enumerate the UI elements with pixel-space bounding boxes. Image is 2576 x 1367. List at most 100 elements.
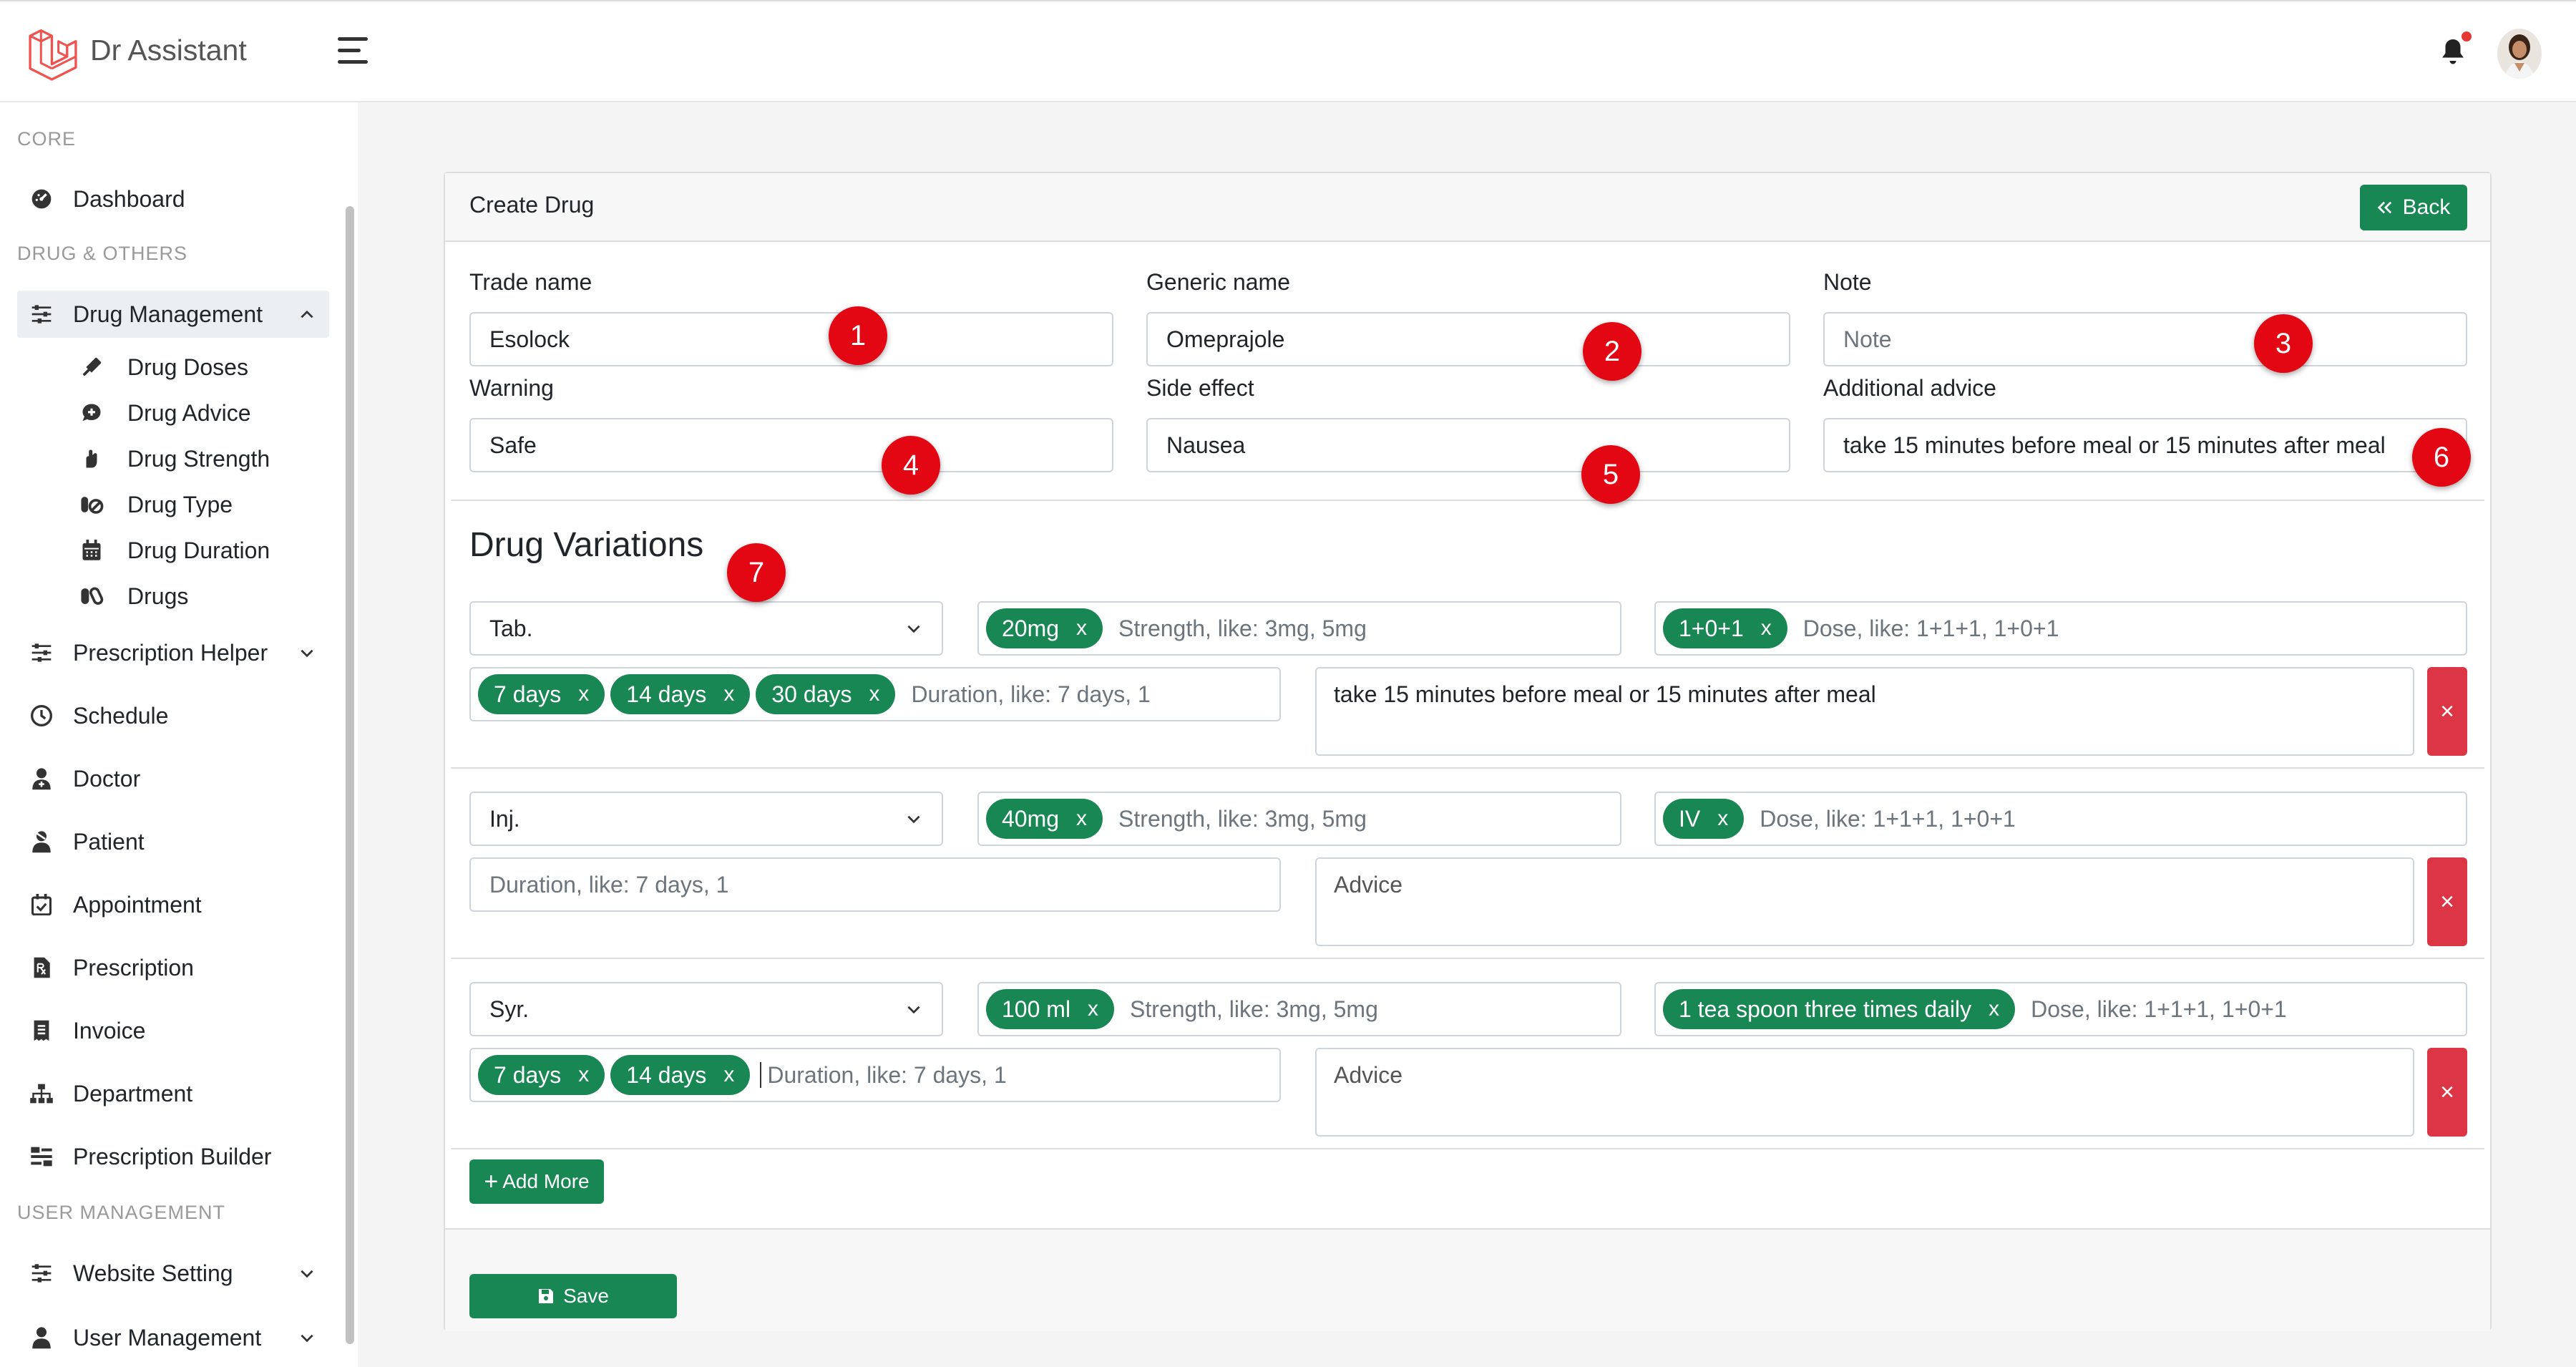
advice-textarea[interactable]: Advice bbox=[1315, 857, 2414, 946]
tag-remove-button[interactable]: x bbox=[723, 1063, 734, 1087]
dose-tag: IV x bbox=[1663, 799, 1745, 839]
sidebar-sub-drugs[interactable]: Drugs bbox=[79, 578, 188, 614]
sidebar-sub-drug-strength[interactable]: Drug Strength bbox=[79, 441, 270, 477]
dose-placeholder[interactable]: Dose, like: 1+1+1, 1+0+1 bbox=[2031, 996, 2287, 1023]
user-avatar[interactable] bbox=[2497, 29, 2542, 79]
sub-label: Drug Advice bbox=[127, 399, 251, 426]
duration-tag-input[interactable]: Duration, like: 7 days, 1 bbox=[469, 857, 1281, 912]
tag-remove-button[interactable]: x bbox=[1088, 997, 1098, 1021]
dose-placeholder[interactable]: Dose, like: 1+1+1, 1+0+1 bbox=[1803, 616, 2059, 642]
drug-type-select[interactable]: Syr. bbox=[469, 982, 943, 1036]
tag-remove-button[interactable]: x bbox=[1989, 997, 1999, 1021]
tag-label: 7 days bbox=[494, 681, 562, 707]
sidebar: CORE Dashboard DRUG & OTHERS Drug Manage… bbox=[0, 102, 358, 1367]
dose-tag-input[interactable]: 1 tea spoon three times daily x Dose, lik… bbox=[1654, 982, 2467, 1036]
side-effect-label: Side effect bbox=[1146, 375, 1254, 401]
strength-tag-input[interactable]: 100 ml x Strength, like: 3mg, 5mg bbox=[977, 982, 1621, 1036]
card-footer: Save bbox=[445, 1228, 2490, 1331]
generic-name-input[interactable]: Omeprajole bbox=[1146, 312, 1790, 366]
sidebar-item-prescription[interactable]: Prescription bbox=[17, 944, 329, 991]
strength-tag-input[interactable]: 20mg x Strength, like: 3mg, 5mg bbox=[977, 601, 1621, 656]
sidebar-item-doctor[interactable]: Doctor bbox=[17, 755, 329, 802]
sidebar-item-label: Appointment bbox=[73, 891, 202, 918]
sidebar-item-patient[interactable]: Patient bbox=[17, 818, 329, 865]
sidebar-item-prescription-builder[interactable]: Prescription Builder bbox=[17, 1133, 329, 1180]
sidebar-item-label: Schedule bbox=[73, 702, 169, 729]
strength-tag: 40mg x bbox=[986, 799, 1103, 839]
side-effect-input[interactable]: Nausea bbox=[1146, 418, 1790, 472]
chevron-up-icon[interactable] bbox=[298, 305, 316, 323]
drug-type-select[interactable]: Tab. bbox=[469, 601, 943, 656]
sidebar-sub-drug-duration[interactable]: Drug Duration bbox=[79, 532, 270, 568]
sidebar-item-schedule[interactable]: Schedule bbox=[17, 692, 329, 739]
sidebar-sub-drug-doses[interactable]: Drug Doses bbox=[79, 349, 248, 385]
generic-name-label: Generic name bbox=[1146, 269, 1290, 295]
brand-logo-icon[interactable] bbox=[26, 27, 80, 82]
remove-variation-button[interactable]: × bbox=[2427, 1048, 2467, 1137]
strength-placeholder[interactable]: Strength, like: 3mg, 5mg bbox=[1118, 806, 1367, 832]
strength-placeholder[interactable]: Strength, like: 3mg, 5mg bbox=[1130, 996, 1378, 1023]
notification-bell-icon[interactable] bbox=[2437, 31, 2472, 70]
back-button[interactable]: Back bbox=[2360, 185, 2467, 230]
remove-variation-button[interactable]: × bbox=[2427, 857, 2467, 946]
tag-remove-button[interactable]: x bbox=[578, 1063, 589, 1087]
dose-tag-input[interactable]: 1+0+1 x Dose, like: 1+1+1, 1+0+1 bbox=[1654, 601, 2467, 656]
drug-type-select[interactable]: Inj. bbox=[469, 792, 943, 846]
tag-remove-button[interactable]: x bbox=[1761, 616, 1772, 641]
section-divider bbox=[451, 500, 2484, 501]
dose-tag-input[interactable]: IV x Dose, like: 1+1+1, 1+0+1 bbox=[1654, 792, 2467, 846]
additional-advice-input[interactable]: take 15 minutes before meal or 15 minute… bbox=[1823, 418, 2467, 472]
tag-label: 1 tea spoon three times daily bbox=[1679, 996, 1972, 1022]
sidebar-sub-drug-type[interactable]: Drug Type bbox=[79, 487, 233, 522]
calendar-check-icon bbox=[27, 890, 56, 919]
back-label: Back bbox=[2402, 195, 2451, 219]
strength-placeholder[interactable]: Strength, like: 3mg, 5mg bbox=[1118, 616, 1367, 642]
tag-remove-button[interactable]: x bbox=[869, 682, 879, 706]
sidebar-item-dashboard[interactable]: Dashboard bbox=[17, 175, 329, 223]
chevron-down-icon[interactable] bbox=[298, 1264, 316, 1283]
tag-remove-button[interactable]: x bbox=[1717, 807, 1728, 831]
sidebar-item-user-management[interactable]: User Management bbox=[17, 1314, 329, 1361]
sidebar-item-prescription-helper[interactable]: Prescription Helper bbox=[17, 629, 329, 676]
tag-label: 7 days bbox=[494, 1061, 562, 1088]
marker-7: 7 bbox=[727, 543, 786, 602]
advice-textarea[interactable]: Advice bbox=[1315, 1048, 2414, 1137]
save-label: Save bbox=[563, 1285, 609, 1307]
warning-input[interactable]: Safe bbox=[469, 418, 1113, 472]
sidebar-item-label: Website Setting bbox=[73, 1260, 233, 1286]
sidebar-item-label: User Management bbox=[73, 1324, 262, 1351]
strength-tag: 20mg x bbox=[986, 608, 1103, 648]
sidebar-item-invoice[interactable]: Invoice bbox=[17, 1007, 329, 1054]
strength-tag-input[interactable]: 40mg x Strength, like: 3mg, 5mg bbox=[977, 792, 1621, 846]
tag-label: 1+0+1 bbox=[1679, 615, 1744, 641]
warning-label: Warning bbox=[469, 375, 554, 401]
dose-placeholder[interactable]: Dose, like: 1+1+1, 1+0+1 bbox=[1760, 806, 2016, 832]
tag-remove-button[interactable]: x bbox=[1076, 616, 1087, 641]
save-button[interactable]: Save bbox=[469, 1274, 677, 1318]
sidebar-scrollbar[interactable] bbox=[346, 206, 354, 1344]
tag-remove-button[interactable]: x bbox=[1076, 807, 1087, 831]
trade-name-input[interactable]: Esolock bbox=[469, 312, 1113, 366]
chevron-down-icon[interactable] bbox=[298, 643, 316, 662]
sidebar-item-website-setting[interactable]: Website Setting bbox=[17, 1250, 329, 1297]
sidebar-item-appointment[interactable]: Appointment bbox=[17, 881, 329, 928]
chevron-down-icon bbox=[907, 1006, 920, 1014]
note-input[interactable]: Note bbox=[1823, 312, 2467, 366]
sidebar-item-department[interactable]: Department bbox=[17, 1070, 329, 1117]
sidebar-item-drug-management[interactable]: Drug Management bbox=[17, 291, 329, 338]
add-more-button[interactable]: + Add More bbox=[469, 1159, 604, 1204]
tag-remove-button[interactable]: x bbox=[723, 682, 734, 706]
sidebar-toggle-icon[interactable] bbox=[338, 37, 372, 69]
duration-tag-input[interactable]: 7 days x 14 days x 30 days x Duration, like… bbox=[469, 667, 1281, 721]
dashboard-icon bbox=[27, 185, 56, 213]
tag-remove-button[interactable]: x bbox=[578, 682, 589, 706]
duration-placeholder[interactable]: Duration, like: 7 days, 1 bbox=[767, 1062, 1006, 1089]
brand-name[interactable]: Dr Assistant bbox=[90, 34, 247, 67]
duration-tag-input[interactable]: 7 days x 14 days x Duration, like: 7 days,… bbox=[469, 1048, 1281, 1102]
duration-placeholder[interactable]: Duration, like: 7 days, 1 bbox=[911, 681, 1150, 708]
sub-label: Drug Type bbox=[127, 491, 233, 517]
remove-variation-button[interactable]: × bbox=[2427, 667, 2467, 756]
advice-textarea[interactable]: take 15 minutes before meal or 15 minute… bbox=[1315, 667, 2414, 756]
chevron-down-icon[interactable] bbox=[298, 1328, 316, 1347]
sidebar-sub-drug-advice[interactable]: Drug Advice bbox=[79, 395, 251, 431]
